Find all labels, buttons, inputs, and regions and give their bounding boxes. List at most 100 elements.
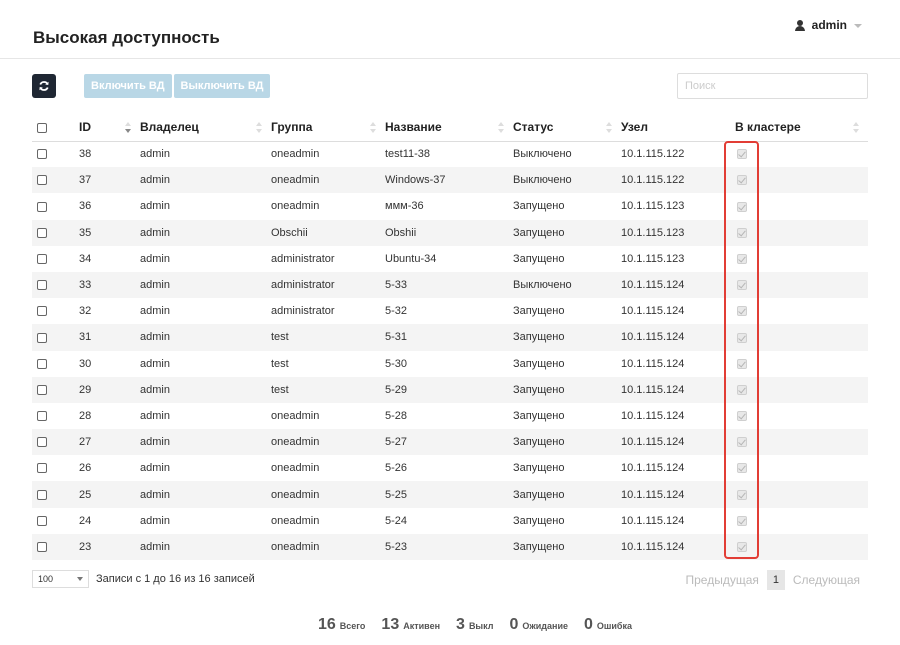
in-cluster-checkbox — [737, 175, 747, 186]
column-label: Владелец — [140, 119, 199, 134]
prev-page-button[interactable]: Предыдущая — [685, 573, 758, 587]
row-checkbox[interactable] — [37, 149, 47, 160]
node-cell: 10.1.115.124 — [621, 533, 735, 560]
id-cell: 33 — [79, 271, 140, 299]
row-checkbox[interactable] — [37, 489, 47, 500]
in-cluster-cell — [735, 219, 868, 246]
table-row[interactable]: 28 admin oneadmin 5-28 Запущено 10.1.115.124 — [32, 403, 868, 429]
sort-icon — [256, 122, 262, 133]
column-header-group[interactable]: Группа — [271, 113, 385, 142]
select-all-checkbox[interactable] — [37, 122, 47, 133]
table-row[interactable]: 23 admin oneadmin 5-23 Запущено 10.1.115.124 — [32, 533, 868, 560]
table-row[interactable]: 25 admin oneadmin 5-25 Запущено 10.1.115.124 — [32, 481, 868, 508]
row-checkbox[interactable] — [37, 306, 47, 317]
row-checkbox[interactable] — [37, 253, 47, 264]
in-cluster-checkbox — [737, 489, 747, 500]
row-select-cell — [32, 219, 79, 246]
page-length-select[interactable]: 100 — [32, 570, 89, 588]
group-cell: oneadmin — [271, 167, 385, 194]
table-row[interactable]: 24 admin oneadmin 5-24 Запущено 10.1.115.124 — [32, 508, 868, 534]
disable-ha-button[interactable]: Выключить ВД — [173, 74, 271, 98]
owner-cell: admin — [140, 200, 170, 213]
page-button-1[interactable]: 1 — [766, 570, 785, 590]
status-cell: Запущено — [513, 376, 621, 403]
row-checkbox[interactable] — [37, 384, 47, 395]
user-menu[interactable]: admin — [794, 18, 862, 32]
row-checkbox[interactable] — [37, 201, 47, 212]
row-checkbox[interactable] — [37, 227, 47, 238]
status-cell: Запущено — [513, 357, 565, 370]
table-row[interactable]: 31 admin test 5-31 Запущено 10.1.115.124 — [32, 324, 868, 351]
row-checkbox[interactable] — [37, 437, 47, 448]
row-checkbox[interactable] — [37, 542, 47, 552]
table-row[interactable]: 26 admin oneadmin 5-26 Запущено 10.1.115.124 — [32, 455, 868, 481]
row-select-cell — [32, 271, 79, 299]
row-checkbox[interactable] — [37, 332, 47, 343]
name-cell: 5-28 — [385, 409, 408, 422]
name-cell: 5-32 — [385, 305, 408, 318]
column-header-status[interactable]: Статус — [513, 113, 621, 142]
in-cluster-cell — [735, 481, 868, 508]
summary-stat: 3 Выкл — [456, 616, 493, 634]
table-row[interactable]: 38 admin oneadmin test11-38 Выключено 10.1.11… — [32, 141, 868, 167]
table-row[interactable]: 29 admin test 5-29 Запущено 10.1.115.124 — [32, 376, 868, 403]
status-cell: Запущено — [513, 533, 621, 560]
summary-label: Выкл — [468, 621, 494, 631]
refresh-icon — [39, 81, 49, 91]
node-cell: 10.1.115.124 — [621, 376, 735, 403]
row-select-cell — [32, 351, 79, 377]
column-header-in-cluster[interactable]: В кластере — [735, 113, 868, 142]
group-cell: administrator — [271, 305, 335, 318]
table-row[interactable]: 37 admin oneadmin Windows-37 Выключено 10.1.1… — [32, 167, 868, 194]
enable-ha-button[interactable]: Включить ВД — [84, 74, 172, 98]
column-header-node[interactable]: Узел — [621, 113, 735, 142]
id-cell: 28 — [79, 409, 92, 422]
table-row[interactable]: 32 admin administrator 5-32 Запущено 10.1.115… — [32, 298, 868, 324]
next-page-button[interactable]: Следующая — [793, 573, 860, 587]
column-label: Название — [385, 119, 442, 134]
row-select-cell — [32, 167, 79, 194]
table-row[interactable]: 33 admin administrator 5-33 Выключено 10.1.11… — [32, 271, 868, 299]
column-header-owner[interactable]: Владелец — [140, 113, 271, 142]
name-cell: 5-26 — [385, 462, 408, 475]
in-cluster-checkbox — [737, 306, 747, 317]
group-cell: oneadmin — [271, 462, 320, 475]
name-cell: Ubuntu-34 — [385, 252, 437, 265]
refresh-button[interactable] — [32, 74, 56, 98]
table-row[interactable]: 35 admin Obschii Obshii Запущено 10.1.115.123 — [32, 219, 868, 246]
id-cell: 25 — [79, 481, 140, 508]
in-cluster-checkbox — [737, 437, 747, 448]
owner-cell: admin — [140, 167, 271, 194]
in-cluster-cell — [735, 271, 868, 299]
row-checkbox[interactable] — [37, 411, 47, 422]
id-cell: 32 — [79, 305, 92, 318]
search-input[interactable] — [677, 73, 868, 99]
in-cluster-cell — [735, 193, 868, 219]
row-checkbox[interactable] — [37, 280, 47, 291]
name-cell: 5-27 — [385, 429, 513, 456]
table-row[interactable]: 34 admin administrator Ubuntu-34 Запущено 10.… — [32, 246, 868, 272]
table-row[interactable]: 27 admin oneadmin 5-27 Запущено 10.1.115.124 — [32, 429, 868, 456]
name-cell: 5-25 — [385, 481, 513, 508]
status-cell: Запущено — [513, 462, 565, 475]
row-checkbox[interactable] — [37, 515, 47, 526]
table-row[interactable]: 36 admin oneadmin ммм-36 Запущено 10.1.115.12… — [32, 193, 868, 219]
row-checkbox[interactable] — [37, 358, 47, 369]
summary-count: 3 — [456, 616, 465, 633]
id-cell: 23 — [79, 533, 140, 560]
status-cell: Выключено — [513, 271, 621, 299]
row-checkbox[interactable] — [37, 463, 47, 474]
sort-icon — [370, 122, 376, 133]
in-cluster-checkbox — [737, 149, 747, 160]
row-select-cell — [32, 246, 79, 272]
owner-cell: admin — [140, 252, 170, 265]
row-checkbox[interactable] — [37, 175, 47, 186]
table-row[interactable]: 30 admin test 5-30 Запущено 10.1.115.124 — [32, 351, 868, 377]
table-info: Записи с 1 до 16 из 16 записей — [96, 573, 255, 585]
column-header-name[interactable]: Название — [385, 113, 513, 142]
row-select-cell — [32, 429, 79, 456]
name-cell: 5-30 — [385, 357, 408, 370]
group-cell: administrator — [271, 271, 385, 299]
column-header-id[interactable]: ID — [79, 113, 140, 142]
id-cell: 30 — [79, 357, 92, 370]
